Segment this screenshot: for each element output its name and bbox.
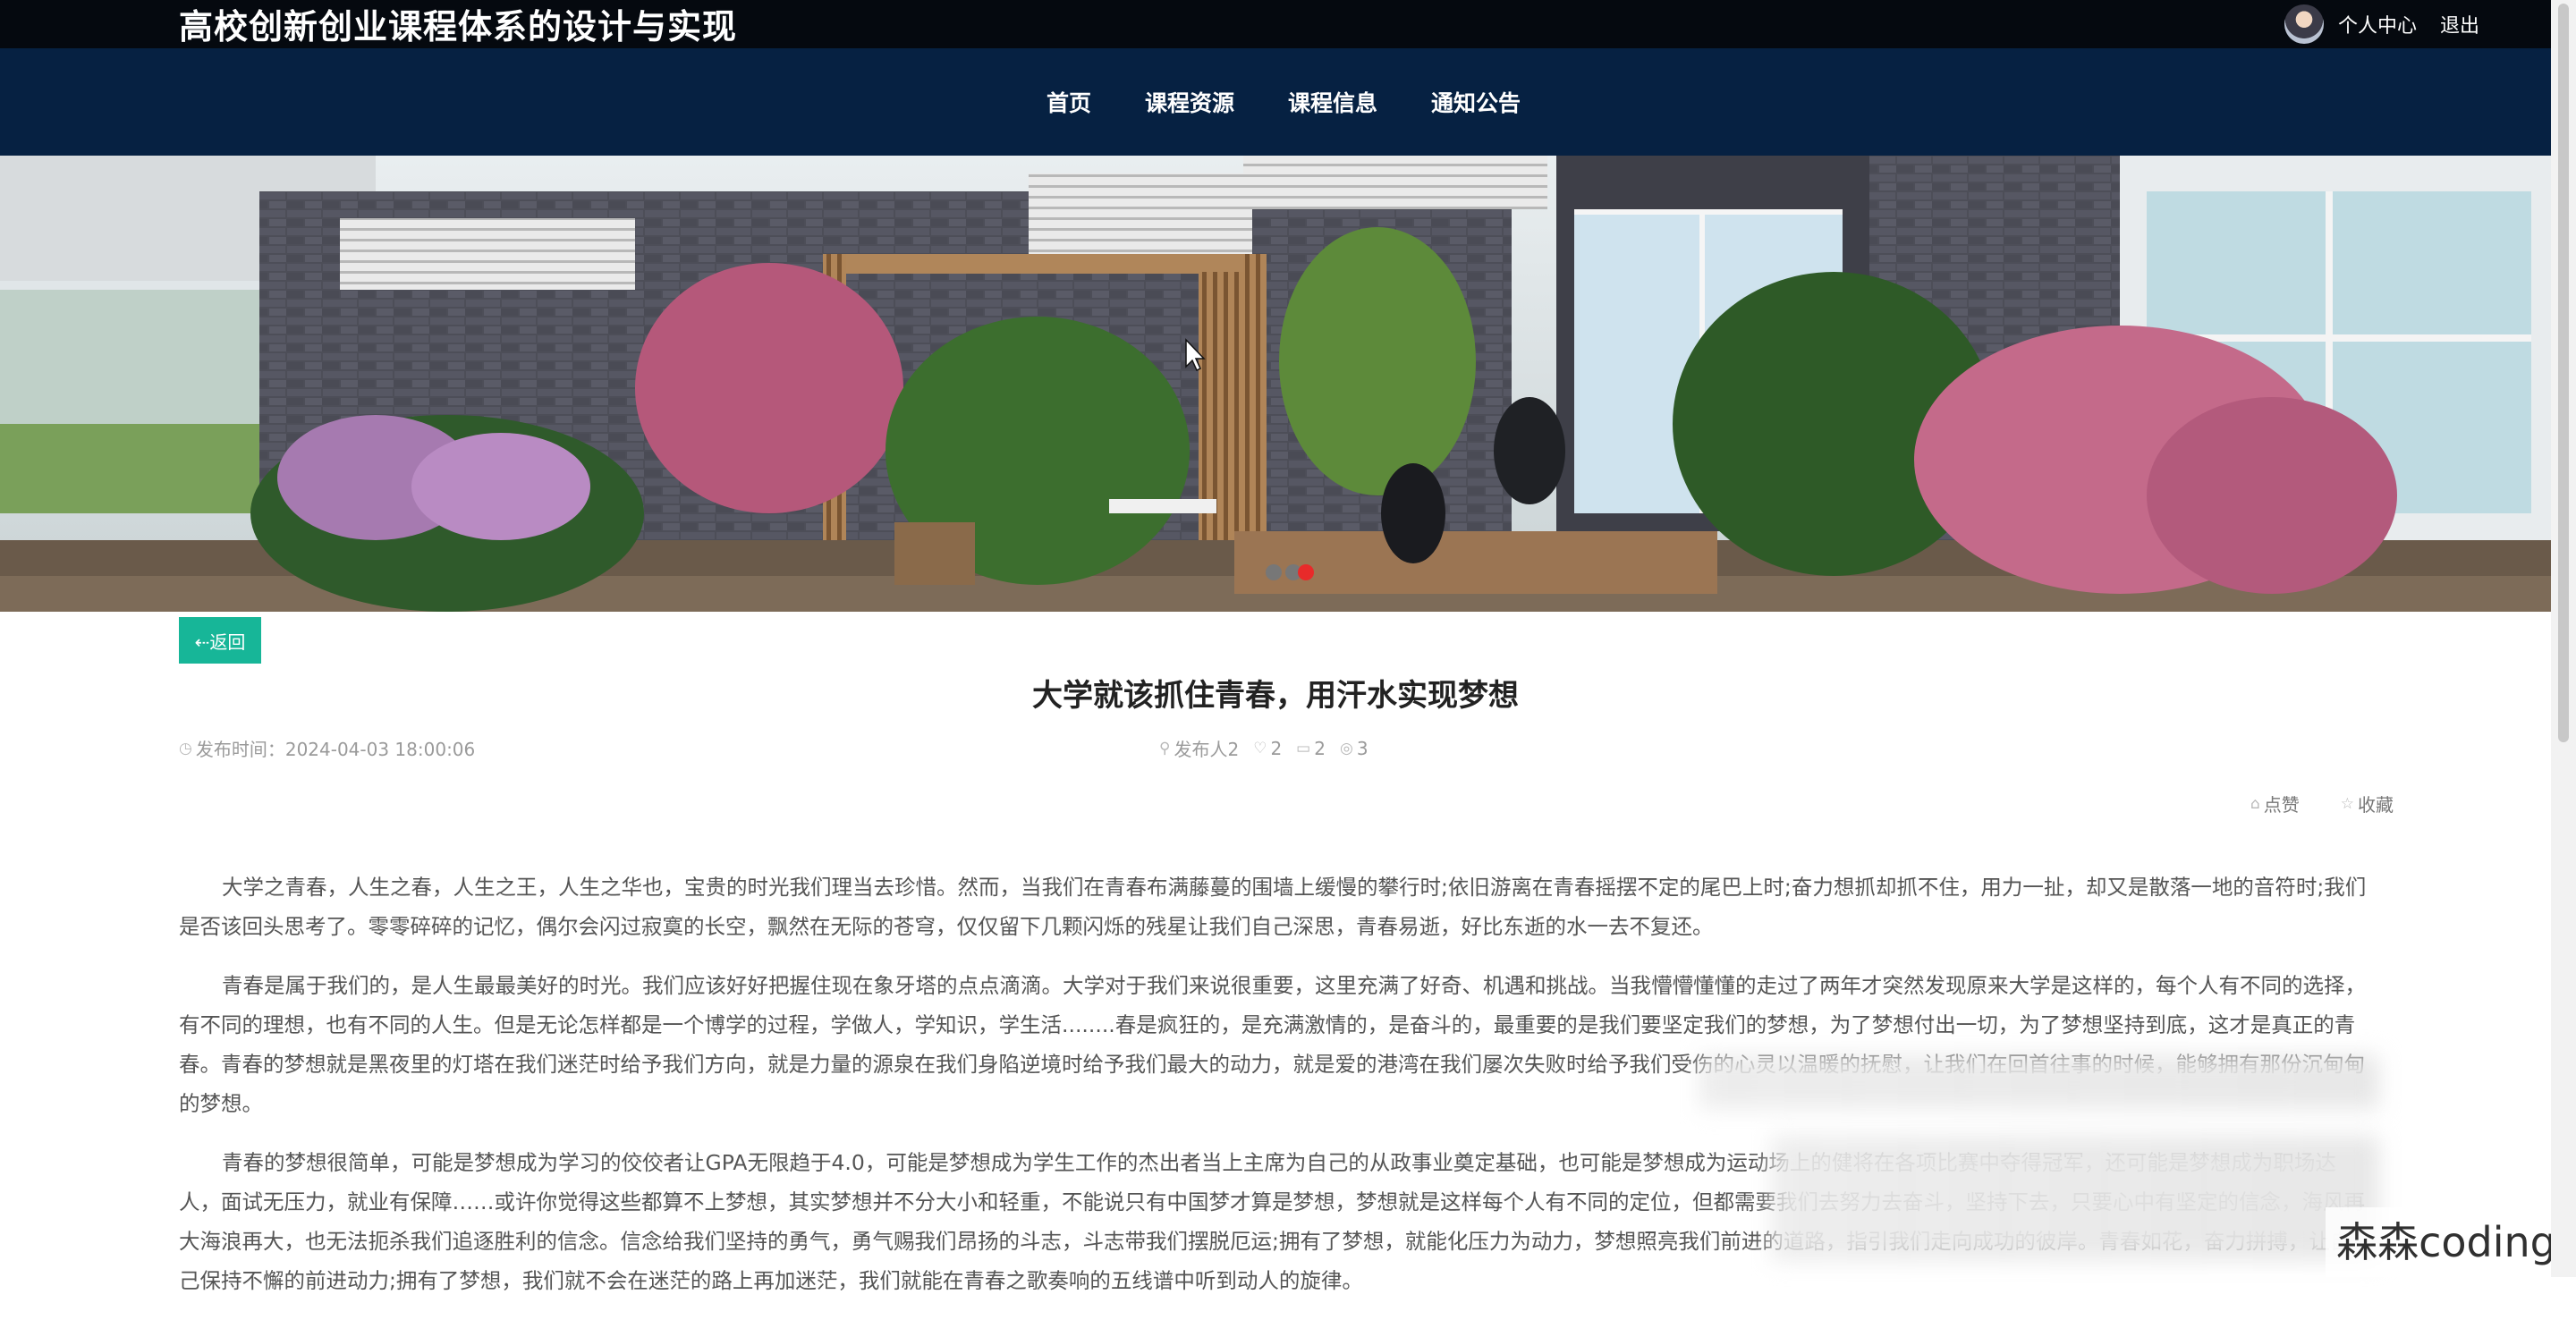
logout-link[interactable]: 退出 <box>2440 10 2479 38</box>
carousel-dot-active[interactable] <box>1298 564 1314 580</box>
banner-image <box>0 156 2551 612</box>
user-icon: ⚲ <box>1159 739 1171 757</box>
comment-count-text: 2 <box>1314 737 1326 759</box>
view-count: ◎ 3 <box>1340 738 1368 759</box>
thumbs-up-icon: ⌂ <box>2250 794 2260 813</box>
publish-time: ◷ 发布时间：2024-04-03 18:00:06 <box>179 735 475 761</box>
top-bar: 高校创新创业课程体系的设计与实现 个人中心 退出 <box>0 0 2551 48</box>
nav-item-course-info[interactable]: 课程信息 <box>1288 86 1377 118</box>
article-title: 大学就该抓住青春，用汗水实现梦想 <box>1032 678 1519 714</box>
user-area: 个人中心 退出 <box>2284 0 2479 48</box>
back-button[interactable]: ⇠返回 <box>179 617 261 664</box>
nav-item-course-resources[interactable]: 课程资源 <box>1145 86 1234 118</box>
publisher-text: 发布人2 <box>1174 739 1240 760</box>
eye-icon: ◎ <box>1339 739 1353 757</box>
scrollbar-thumb[interactable] <box>2558 4 2569 742</box>
nav-item-notices[interactable]: 通知公告 <box>1431 86 1521 118</box>
comment-icon: ▭ <box>1296 739 1311 757</box>
user-center-link[interactable]: 个人中心 <box>2338 10 2417 38</box>
nav-items: 首页 课程资源 课程信息 通知公告 <box>1046 48 1574 156</box>
privacy-blur <box>1771 1136 2379 1261</box>
like-button[interactable]: ⌂ 点赞 <box>2250 791 2300 817</box>
like-count: ♡ 2 <box>1253 738 1282 759</box>
view-count-text: 3 <box>1356 737 1368 759</box>
clock-icon: ◷ <box>179 739 192 757</box>
avatar[interactable] <box>2284 4 2324 44</box>
publish-time-text: 发布时间：2024-04-03 18:00:06 <box>195 739 476 760</box>
thumbs-up-icon: ♡ <box>1253 739 1267 757</box>
article-stats: ⚲ 发布人2 ♡ 2 ▭ 2 ◎ 3 <box>1159 735 1368 761</box>
site-title: 高校创新创业课程体系的设计与实现 <box>179 7 738 47</box>
collect-button[interactable]: ☆ 收藏 <box>2341 791 2394 817</box>
comment-count: ▭ 2 <box>1296 738 1326 759</box>
publisher: ⚲ 发布人2 <box>1159 735 1239 761</box>
main-nav: 首页 课程资源 课程信息 通知公告 <box>0 48 2551 156</box>
banner-carousel[interactable] <box>0 156 2551 612</box>
privacy-blur <box>1699 1055 2379 1109</box>
nav-item-home[interactable]: 首页 <box>1046 86 1091 118</box>
collect-button-label: 收藏 <box>2358 794 2394 816</box>
paragraph: 大学之青春，人生之春，人生之王，人生之华也，宝贵的时光我们理当去珍惜。然而，当我… <box>179 875 2367 939</box>
scrollbar[interactable] <box>2551 0 2576 1277</box>
watermark: 森森coding <box>2326 1207 2567 1277</box>
carousel-dot[interactable] <box>1266 564 1282 580</box>
like-button-label: 点赞 <box>2263 794 2300 816</box>
like-count-text: 2 <box>1270 737 1283 759</box>
article-actions: ⌂ 点赞 ☆ 收藏 <box>2250 791 2394 817</box>
star-icon: ☆ <box>2340 794 2354 813</box>
